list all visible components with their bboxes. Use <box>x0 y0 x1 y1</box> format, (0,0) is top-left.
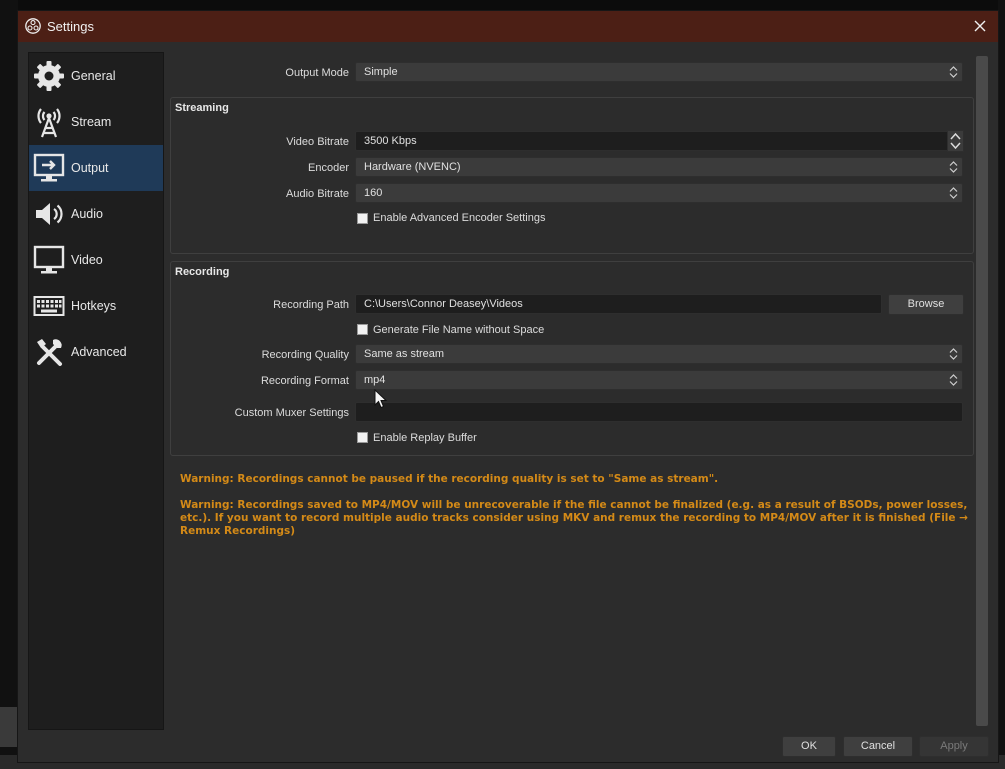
encoder-select[interactable]: Hardware (NVENC) <box>355 157 963 177</box>
window-title: Settings <box>47 19 94 34</box>
encoder-label: Encoder <box>308 162 349 174</box>
no-space-filename-checkbox[interactable] <box>357 324 368 335</box>
sidebar-item-advanced[interactable]: Advanced <box>29 329 163 375</box>
keyboard-icon <box>32 290 66 322</box>
recording-format-select[interactable]: mp4 <box>355 370 963 390</box>
apply-button[interactable]: Apply <box>919 736 989 757</box>
sidebar-item-output[interactable]: Output <box>29 145 163 191</box>
browse-button[interactable]: Browse <box>888 294 964 315</box>
background-app-edge <box>998 0 1005 769</box>
sidebar-item-video[interactable]: Video <box>29 237 163 283</box>
speaker-icon <box>32 198 66 230</box>
spinner-arrows-icon <box>950 132 961 150</box>
sidebar-item-label: Hotkeys <box>71 299 117 313</box>
settings-sidebar: General Stream Output Audio Video Hotkey… <box>28 52 164 730</box>
close-button[interactable] <box>966 13 994 39</box>
content-scrollbar-thumb[interactable] <box>976 56 988 726</box>
replay-buffer-checkbox[interactable] <box>357 432 368 443</box>
video-bitrate-spinner[interactable] <box>947 130 964 152</box>
streaming-group-title: Streaming <box>175 102 229 114</box>
output-mode-label: Output Mode <box>285 67 349 79</box>
sidebar-item-hotkeys[interactable]: Hotkeys <box>29 283 163 329</box>
background-app-edge <box>0 707 18 747</box>
recording-format-value: mp4 <box>364 374 386 386</box>
video-bitrate-label: Video Bitrate <box>286 136 349 148</box>
title-bar[interactable]: Settings <box>18 11 998 42</box>
output-mode-select[interactable]: Simple <box>355 62 963 82</box>
output-monitor-icon <box>32 152 66 184</box>
antenna-icon <box>32 106 66 138</box>
background-app-edge <box>0 0 1005 10</box>
sidebar-item-label: Output <box>71 161 109 175</box>
sidebar-item-label: Video <box>71 253 103 267</box>
recording-path-label: Recording Path <box>273 299 349 311</box>
chevron-updown-icon <box>949 187 958 199</box>
sidebar-item-label: Audio <box>71 207 103 221</box>
background-app-edge <box>0 0 18 769</box>
encoder-value: Hardware (NVENC) <box>364 161 461 173</box>
warning-paused-text: Warning: Recordings cannot be paused if … <box>180 473 719 485</box>
monitor-icon <box>32 244 66 276</box>
gear-icon <box>32 60 66 92</box>
close-icon <box>974 20 986 32</box>
recording-format-label: Recording Format <box>260 375 349 387</box>
replay-buffer-label: Enable Replay Buffer <box>373 432 477 444</box>
custom-muxer-label: Custom Muxer Settings <box>234 407 349 419</box>
chevron-updown-icon <box>949 348 958 360</box>
recording-quality-select[interactable]: Same as stream <box>355 344 963 364</box>
tools-icon <box>32 336 66 368</box>
audio-bitrate-label: Audio Bitrate <box>286 188 349 200</box>
sidebar-item-audio[interactable]: Audio <box>29 191 163 237</box>
chevron-updown-icon <box>949 374 958 386</box>
recording-path-value: C:\Users\Connor Deasey\Videos <box>364 298 523 310</box>
audio-bitrate-value: 160 <box>364 187 383 199</box>
sidebar-item-stream[interactable]: Stream <box>29 99 163 145</box>
recording-quality-label: Recording Quality <box>261 349 349 361</box>
sidebar-item-label: Advanced <box>71 345 127 359</box>
output-mode-value: Simple <box>364 66 398 78</box>
sidebar-item-general[interactable]: General <box>29 53 163 99</box>
no-space-filename-label: Generate File Name without Space <box>373 324 545 336</box>
recording-path-input[interactable]: C:\Users\Connor Deasey\Videos <box>355 294 882 314</box>
obs-logo-icon <box>25 18 41 34</box>
recording-group-title: Recording <box>175 266 230 278</box>
audio-bitrate-select[interactable]: 160 <box>355 183 963 203</box>
custom-muxer-input[interactable] <box>355 402 963 422</box>
cancel-button[interactable]: Cancel <box>843 736 913 757</box>
sidebar-item-label: Stream <box>71 115 112 129</box>
video-bitrate-input[interactable]: 3500 Kbps <box>355 131 963 151</box>
ok-button[interactable]: OK <box>782 736 836 757</box>
advanced-encoder-checkbox[interactable] <box>357 213 368 224</box>
chevron-updown-icon <box>949 161 958 173</box>
video-bitrate-value: 3500 Kbps <box>364 135 417 147</box>
mouse-cursor-icon <box>374 389 388 409</box>
recording-quality-value: Same as stream <box>364 348 445 360</box>
chevron-updown-icon <box>949 66 958 78</box>
sidebar-item-label: General <box>71 69 116 83</box>
settings-window: Settings General Stream Output Audio Vid… <box>17 10 999 763</box>
warning-mp4-text: Warning: Recordings saved to MP4/MOV wil… <box>180 499 968 537</box>
advanced-encoder-label: Enable Advanced Encoder Settings <box>373 212 546 224</box>
